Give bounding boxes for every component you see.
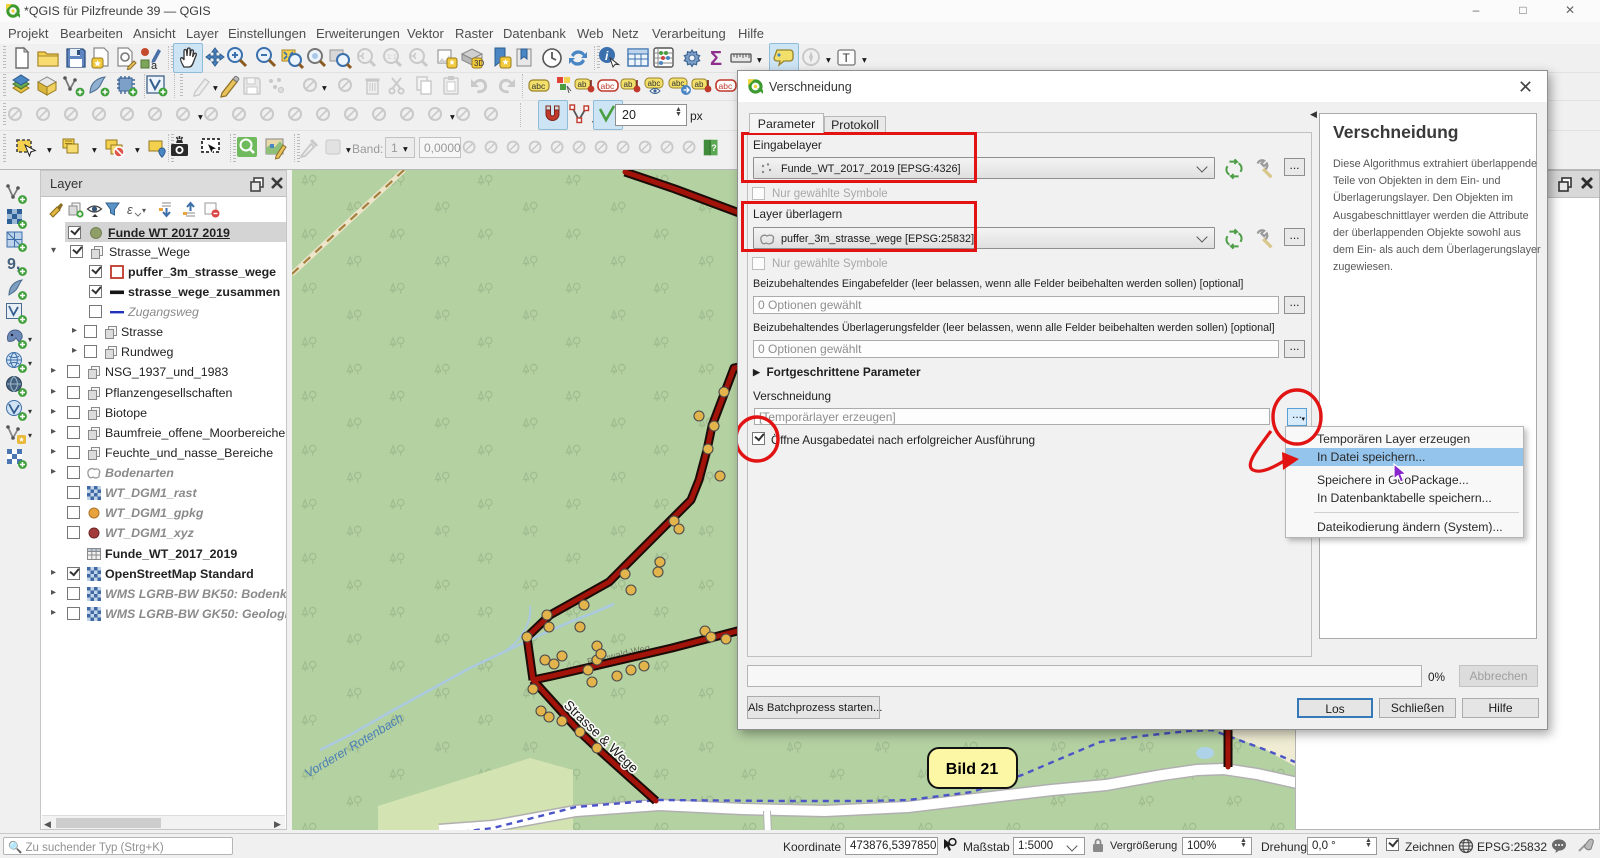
svg-text:T: T [843,51,851,65]
svg-text:Bild 21: Bild 21 [946,761,999,778]
svg-text:a: a [151,60,158,70]
svg-text:3D: 3D [474,59,484,68]
svg-text:ab: ab [695,80,704,89]
svg-text:abc: abc [532,81,546,91]
svg-text:ε: ε [127,202,133,217]
svg-text:ab: ab [624,80,633,89]
svg-text:ab: ab [578,80,587,89]
svg-text:abc: abc [648,79,661,88]
svg-text:abc: abc [719,81,733,91]
svg-text:Σ: Σ [710,48,722,70]
svg-text:1:1: 1:1 [387,54,397,61]
svg-text:abc: abc [601,81,615,91]
svg-text:?: ? [711,143,717,153]
